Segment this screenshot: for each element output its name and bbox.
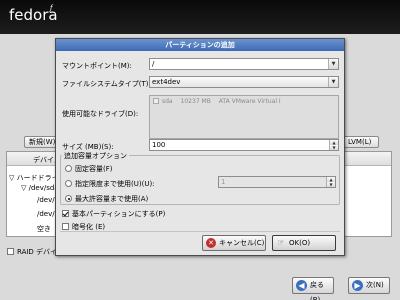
options-title: 追加容量オプション (62, 151, 129, 161)
fs-type-label: ファイルシステムタイプ(T): (62, 80, 151, 88)
raid-checkbox[interactable] (7, 248, 14, 255)
fixed-size-option[interactable]: 固定容量(F) (65, 164, 113, 174)
add-partition-dialog: パーティションの追加 マウントポイント(M): / ▼ ファイルシステムタイプ(… (55, 38, 345, 256)
fedora-logo-mark-icon: ƒ (50, 4, 53, 12)
drives-label: 使用可能なドライブ(D): (62, 110, 139, 118)
expander-icon[interactable]: ▽ (9, 174, 14, 182)
mount-point-label: マウントポイント(M): (62, 62, 132, 70)
cancel-button-label: キャンセル(C) (219, 239, 265, 247)
spin-down-icon[interactable]: ▼ (329, 145, 338, 150)
chevron-down-icon[interactable]: ▼ (328, 77, 338, 87)
drive-name: sda (162, 98, 173, 105)
next-button-label: 次(N) (366, 281, 384, 289)
ok-button-label: OK(O) (289, 239, 311, 247)
raid-label: RAID デバイ (17, 248, 58, 256)
ok-button[interactable]: ☞ OK(O) (272, 235, 336, 251)
fill-upto-radio[interactable] (65, 180, 72, 187)
encrypt-checkbox[interactable] (62, 223, 69, 230)
raid-devices-toggle[interactable]: RAID デバイ (7, 247, 57, 257)
dialog-title: パーティションの追加 (56, 39, 344, 51)
primary-partition-option[interactable]: 基本パーティションにする(P) (62, 209, 165, 219)
drive-model: ATA VMware Virtual I (218, 98, 281, 105)
fill-max-option[interactable]: 最大許容量まで使用(A) (65, 194, 148, 204)
drive-row-sda[interactable]: sda 10237 MB ATA VMware Virtual I (153, 98, 281, 105)
spin-down-icon[interactable]: ▼ (326, 182, 335, 187)
primary-partition-checkbox[interactable] (62, 210, 69, 217)
expander-icon[interactable]: ▽ (21, 184, 26, 192)
next-button[interactable]: ▶ 次(N) (348, 277, 390, 294)
ok-hand-icon: ☞ (277, 238, 285, 247)
mount-point-combo[interactable]: / ▼ (149, 58, 339, 70)
dialog-separator (60, 231, 340, 232)
arrow-left-icon: ◀ (296, 280, 307, 291)
lvm-button[interactable]: LVM(L) (343, 136, 379, 148)
mount-point-value[interactable]: / (152, 60, 154, 68)
fill-max-radio[interactable] (65, 195, 72, 202)
cancel-icon: ✕ (206, 238, 216, 248)
drive-size: 10237 MB (180, 98, 211, 105)
new-partition-button[interactable]: 新規(W) (24, 136, 58, 148)
size-value[interactable]: 100 (152, 141, 165, 149)
fill-upto-value[interactable]: 1 (221, 178, 225, 186)
fill-max-label: 最大許容量まで使用(A) (75, 195, 149, 203)
tree-row-harddrives[interactable]: ▽ ハードドライ (9, 173, 59, 183)
chevron-down-icon[interactable]: ▼ (328, 59, 338, 69)
fs-type-select[interactable]: ext4dev ▼ (149, 76, 339, 88)
header-bar: fedora ƒ (0, 0, 400, 34)
fixed-size-label: 固定容量(F) (75, 165, 113, 173)
arrow-right-icon: ▶ (352, 280, 363, 291)
fixed-size-radio[interactable] (65, 165, 72, 172)
cancel-button[interactable]: ✕ キャンセル(C) (202, 235, 266, 251)
drive-list[interactable]: sda 10237 MB ATA VMware Virtual I (149, 95, 339, 139)
fs-type-value: ext4dev (152, 78, 181, 86)
fill-upto-spinbox[interactable]: 1 ▲ ▼ (218, 176, 336, 188)
fill-upto-label: 指定限度まで使用(U)(U): (75, 180, 155, 188)
encrypt-label: 暗号化 (E) (72, 223, 106, 231)
fill-upto-option[interactable]: 指定限度まで使用(U)(U): (65, 179, 155, 189)
back-button[interactable]: ◀ 戻る(B) (292, 277, 334, 300)
tree-row-free[interactable]: 空き (37, 224, 51, 234)
drive-checkbox[interactable] (153, 98, 159, 104)
size-spinbox[interactable]: 100 ▲ ▼ (149, 139, 339, 151)
tree-row-label: ハードドライ (16, 174, 59, 182)
tree-row-sda[interactable]: ▽ /dev/sda (21, 184, 59, 192)
primary-partition-label: 基本パーティションにする(P) (72, 210, 166, 218)
